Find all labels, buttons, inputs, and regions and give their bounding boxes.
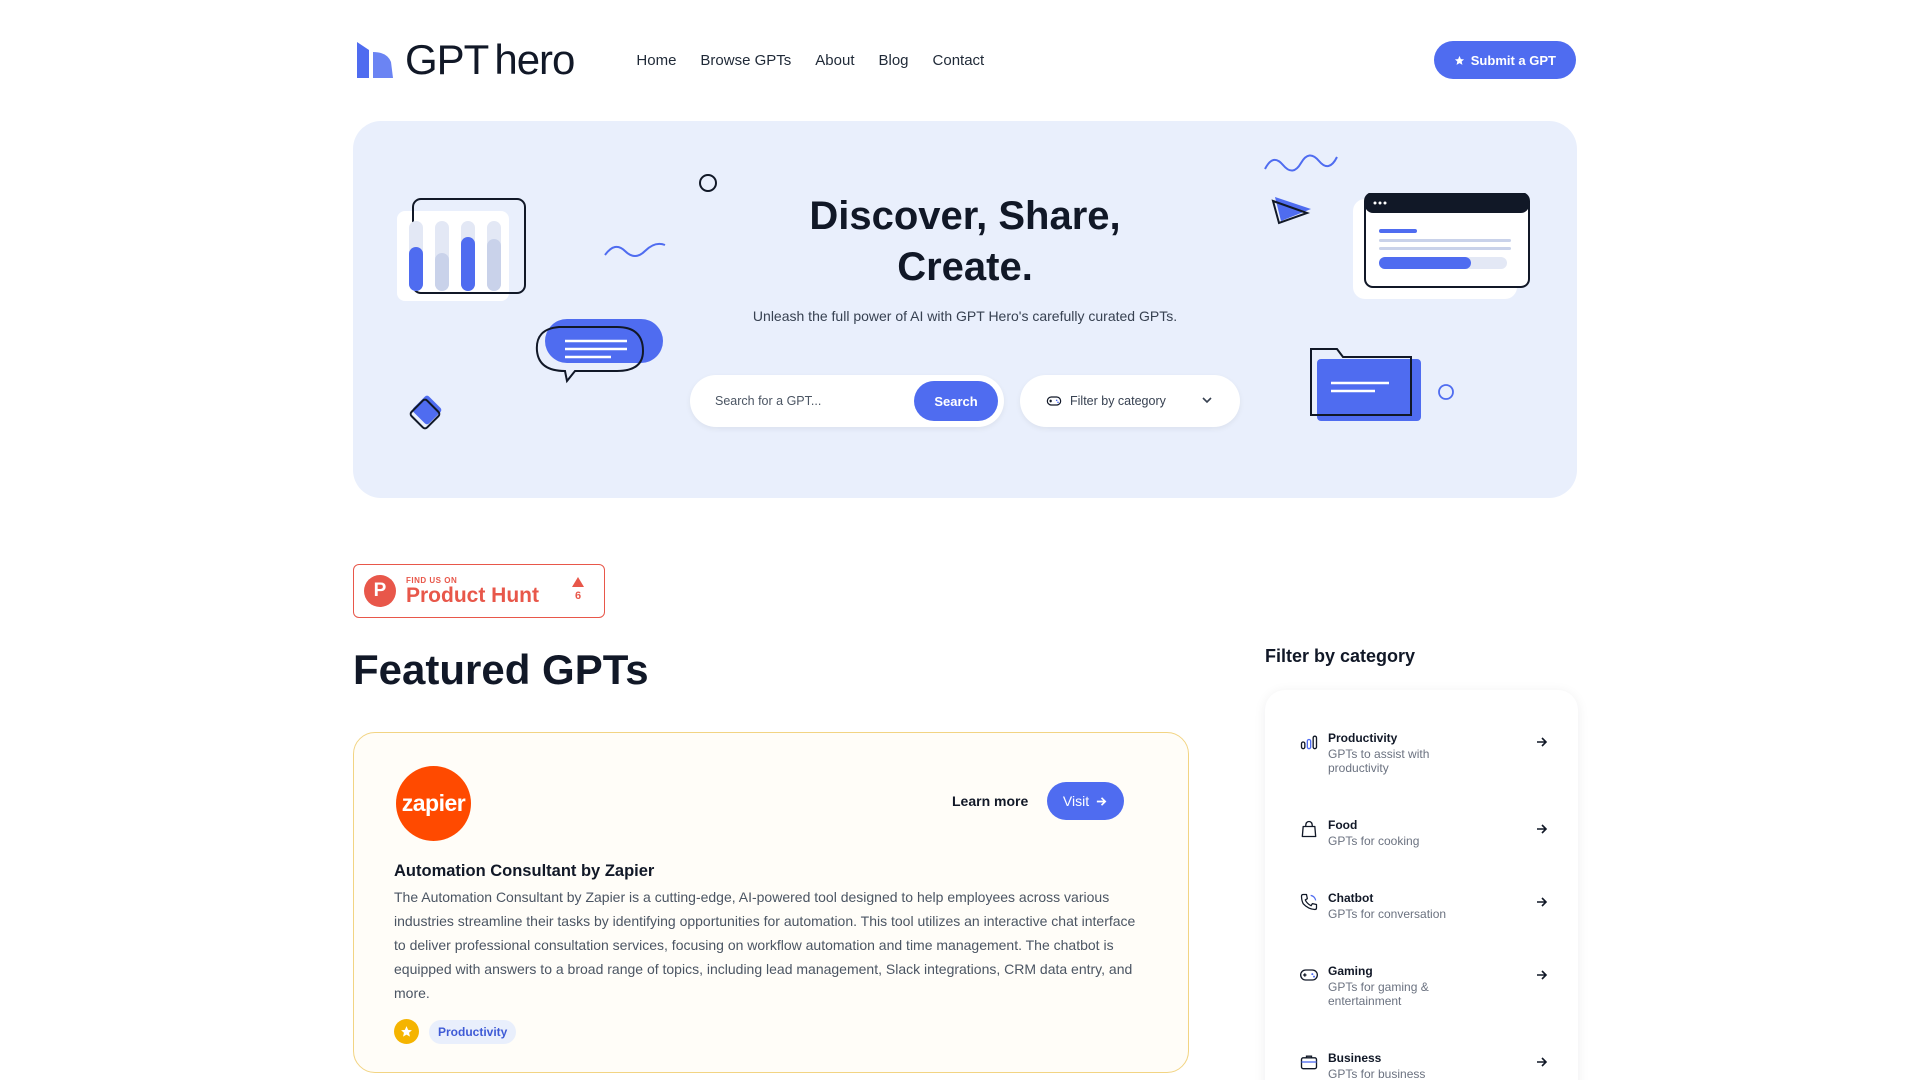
phone-icon [1300, 893, 1318, 911]
category-text: Business GPTs for business [1328, 1050, 1458, 1080]
arrow-right-icon [1537, 824, 1548, 834]
category-list: Productivity GPTs to assist with product… [1265, 690, 1578, 1080]
site-header: GPT hero Home Browse GPTs About Blog Cont… [353, 32, 1576, 88]
bag-icon [1301, 820, 1317, 838]
visit-label: Visit [1062, 793, 1090, 809]
nav-browse-gpts[interactable]: Browse GPTs [700, 52, 791, 69]
category-description: GPTs for gaming & entertainment [1328, 980, 1429, 1008]
hero-section: Discover, Share, Create. Unleash the ful… [353, 121, 1577, 498]
arrow-right-icon [1537, 970, 1548, 980]
category-name: Chatbot [1328, 891, 1374, 905]
filter-label: Filter by category [1070, 394, 1166, 408]
arrow-right-icon [1537, 1057, 1548, 1067]
chevron-down-icon [1202, 397, 1212, 404]
hero-title: Discover, Share, Create. [353, 191, 1577, 293]
diamond-decoration [409, 395, 442, 430]
category-name: Productivity [1328, 731, 1398, 745]
category-description: GPTs for cooking [1328, 834, 1420, 848]
vote-count: 6 [574, 590, 582, 602]
category-name: Business [1328, 1051, 1382, 1065]
learn-more-link[interactable]: Learn more [952, 793, 1028, 809]
gpt-card-title: Automation Consultant by Zapier [394, 862, 655, 880]
arrow-right-icon [1537, 897, 1548, 907]
category-item-productivity[interactable]: Productivity GPTs to assist with product… [1299, 730, 1549, 775]
star-icon [1454, 55, 1464, 65]
gamepad-icon [1046, 396, 1062, 406]
nav-home[interactable]: Home [636, 52, 676, 69]
submit-gpt-button[interactable]: Submit a GPT [1433, 41, 1576, 79]
gpt-card-description: The Automation Consultant by Zapier is a… [394, 889, 1136, 1001]
hero-subtitle: Unleash the full power of AI with GPT He… [752, 308, 1178, 324]
nav-about[interactable]: About [815, 52, 854, 69]
logo[interactable]: GPT hero [353, 36, 575, 83]
circle-decoration [699, 174, 717, 192]
featured-heading: Featured GPTs [353, 646, 649, 693]
product-hunt-name: Product Hunt [406, 583, 539, 607]
logo-text: GPT hero [405, 36, 575, 83]
product-hunt-logo: P [364, 575, 396, 607]
category-text: Productivity GPTs to assist with product… [1328, 730, 1458, 775]
category-item-food[interactable]: Food GPTs for cooking [1299, 817, 1549, 848]
nav-contact[interactable]: Contact [933, 52, 985, 69]
logo-text-hero: hero [494, 36, 575, 83]
category-name: Gaming [1328, 964, 1373, 978]
category-text: Chatbot GPTs for conversation [1328, 890, 1458, 921]
squiggle-decoration-right [1264, 154, 1338, 172]
gpt-card: zapier Learn more Visit Automation Consu… [353, 732, 1189, 1073]
logo-text-gpt: GPT [405, 36, 489, 83]
gpt-card-footer: Productivity [394, 1019, 517, 1044]
submit-gpt-label: Submit a GPT [1470, 52, 1556, 68]
upvote-icon [572, 577, 584, 587]
category-filter-dropdown[interactable]: Filter by category [1020, 375, 1240, 427]
gamepad-icon [1300, 969, 1318, 981]
category-tag[interactable]: Productivity [429, 1019, 517, 1044]
category-text: Food GPTs for cooking [1328, 817, 1458, 848]
visit-button[interactable]: Visit [1047, 782, 1124, 820]
briefcase-icon [1300, 1055, 1318, 1070]
logo-mark-icon [357, 42, 393, 78]
featured-star-icon [394, 1019, 419, 1044]
search-input[interactable] [715, 394, 905, 408]
category-item-gaming[interactable]: Gaming GPTs for gaming & entertainment [1299, 963, 1549, 1008]
category-description: GPTs for conversation [1328, 907, 1447, 921]
category-description: GPTs to assist with productivity [1328, 747, 1430, 775]
chat-bubble-illustration [535, 319, 663, 384]
product-hunt-badge[interactable]: P FIND US ON Product Hunt 6 [353, 564, 605, 618]
category-text: Gaming GPTs for gaming & entertainment [1328, 963, 1458, 1008]
folder-illustration [1310, 348, 1421, 421]
hero-title-line-2: Create. [897, 245, 1033, 289]
product-hunt-votes: 6 [572, 577, 584, 602]
product-hunt-text: FIND US ON Product Hunt [406, 576, 539, 607]
bar-chart-icon [1300, 735, 1318, 750]
category-item-chatbot[interactable]: Chatbot GPTs for conversation [1299, 890, 1549, 921]
category-name: Food [1328, 818, 1358, 832]
sidebar-title: Filter by category [1265, 646, 1416, 666]
main-nav: Home Browse GPTs About Blog Contact [636, 52, 984, 69]
zapier-logo: zapier [396, 766, 471, 841]
circle-decoration-right [1438, 384, 1454, 400]
search-bar: Search [690, 375, 1004, 427]
arrow-right-icon [1537, 737, 1548, 747]
category-item-business[interactable]: Business GPTs for business [1299, 1050, 1549, 1080]
nav-blog[interactable]: Blog [878, 52, 908, 69]
hero-title-line-1: Discover, Share, [809, 194, 1121, 238]
search-button[interactable]: Search [914, 381, 998, 421]
arrow-right-icon [1096, 796, 1107, 806]
category-description: GPTs for business [1328, 1067, 1426, 1080]
